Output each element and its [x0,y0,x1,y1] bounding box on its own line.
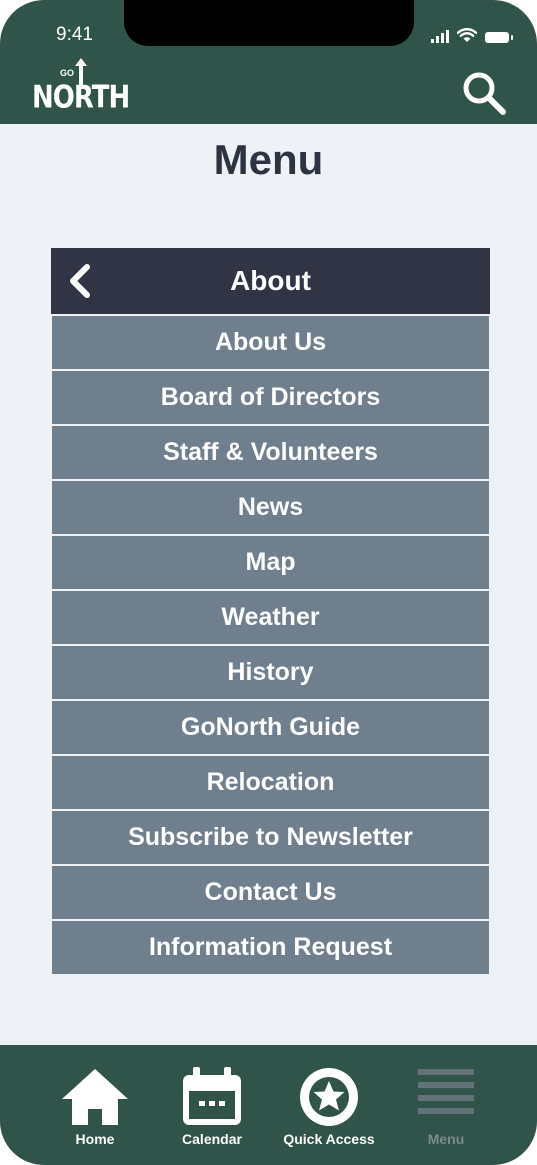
wifi-icon [457,28,477,42]
menu-item-map[interactable]: Map [52,536,489,589]
nav-menu[interactable]: Menu [386,1065,506,1155]
menu-item-gonorth-guide[interactable]: GoNorth Guide [52,701,489,754]
logo-text: NORTH [32,80,130,116]
home-icon [62,1069,128,1125]
menu-item-relocation[interactable]: Relocation [52,756,489,809]
menu-item-contact-us[interactable]: Contact Us [52,866,489,919]
about-menu: About About Us Board of Directors Staff … [51,248,490,974]
battery-icon [485,32,513,43]
bottom-nav-bar: Home Calendar Quick Access Menu [0,1045,537,1165]
nav-calendar[interactable]: Calendar [152,1065,272,1155]
back-button[interactable] [65,263,99,299]
menu-item-history[interactable]: History [52,646,489,699]
menu-item-staff-volunteers[interactable]: Staff & Volunteers [52,426,489,479]
nav-quick-access-label: Quick Access [283,1131,375,1147]
search-button[interactable] [461,70,507,116]
star-circle-icon [300,1068,358,1126]
gonorth-logo[interactable]: GO NORTH [32,56,130,116]
nav-menu-label: Menu [427,1131,465,1147]
menu-item-weather[interactable]: Weather [52,591,489,644]
status-icons [431,28,513,43]
nav-quick-access[interactable]: Quick Access [269,1065,389,1155]
menu-item-about-us[interactable]: About Us [52,316,489,369]
menu-section-title: About [230,265,311,296]
calendar-icon [183,1067,241,1125]
search-icon [463,72,506,115]
phone-screen: 9:41 GO NORTH Menu About About Us Board … [0,0,537,1165]
menu-item-information-request[interactable]: Information Request [52,921,489,974]
page-title: Menu [213,136,324,183]
nav-home[interactable]: Home [35,1065,155,1155]
device-notch [124,0,414,46]
nav-home-label: Home [75,1131,115,1147]
hamburger-menu-icon [418,1069,474,1114]
logo-small-text: GO [60,68,75,78]
nav-calendar-label: Calendar [182,1131,242,1147]
status-time: 9:41 [56,24,93,45]
menu-item-board-of-directors[interactable]: Board of Directors [52,371,489,424]
menu-item-news[interactable]: News [52,481,489,534]
app-header: 9:41 GO NORTH [0,0,537,124]
menu-section-header: About [51,248,490,314]
menu-item-subscribe-newsletter[interactable]: Subscribe to Newsletter [52,811,489,864]
signal-icon [431,29,449,43]
chevron-left-icon [70,264,90,298]
